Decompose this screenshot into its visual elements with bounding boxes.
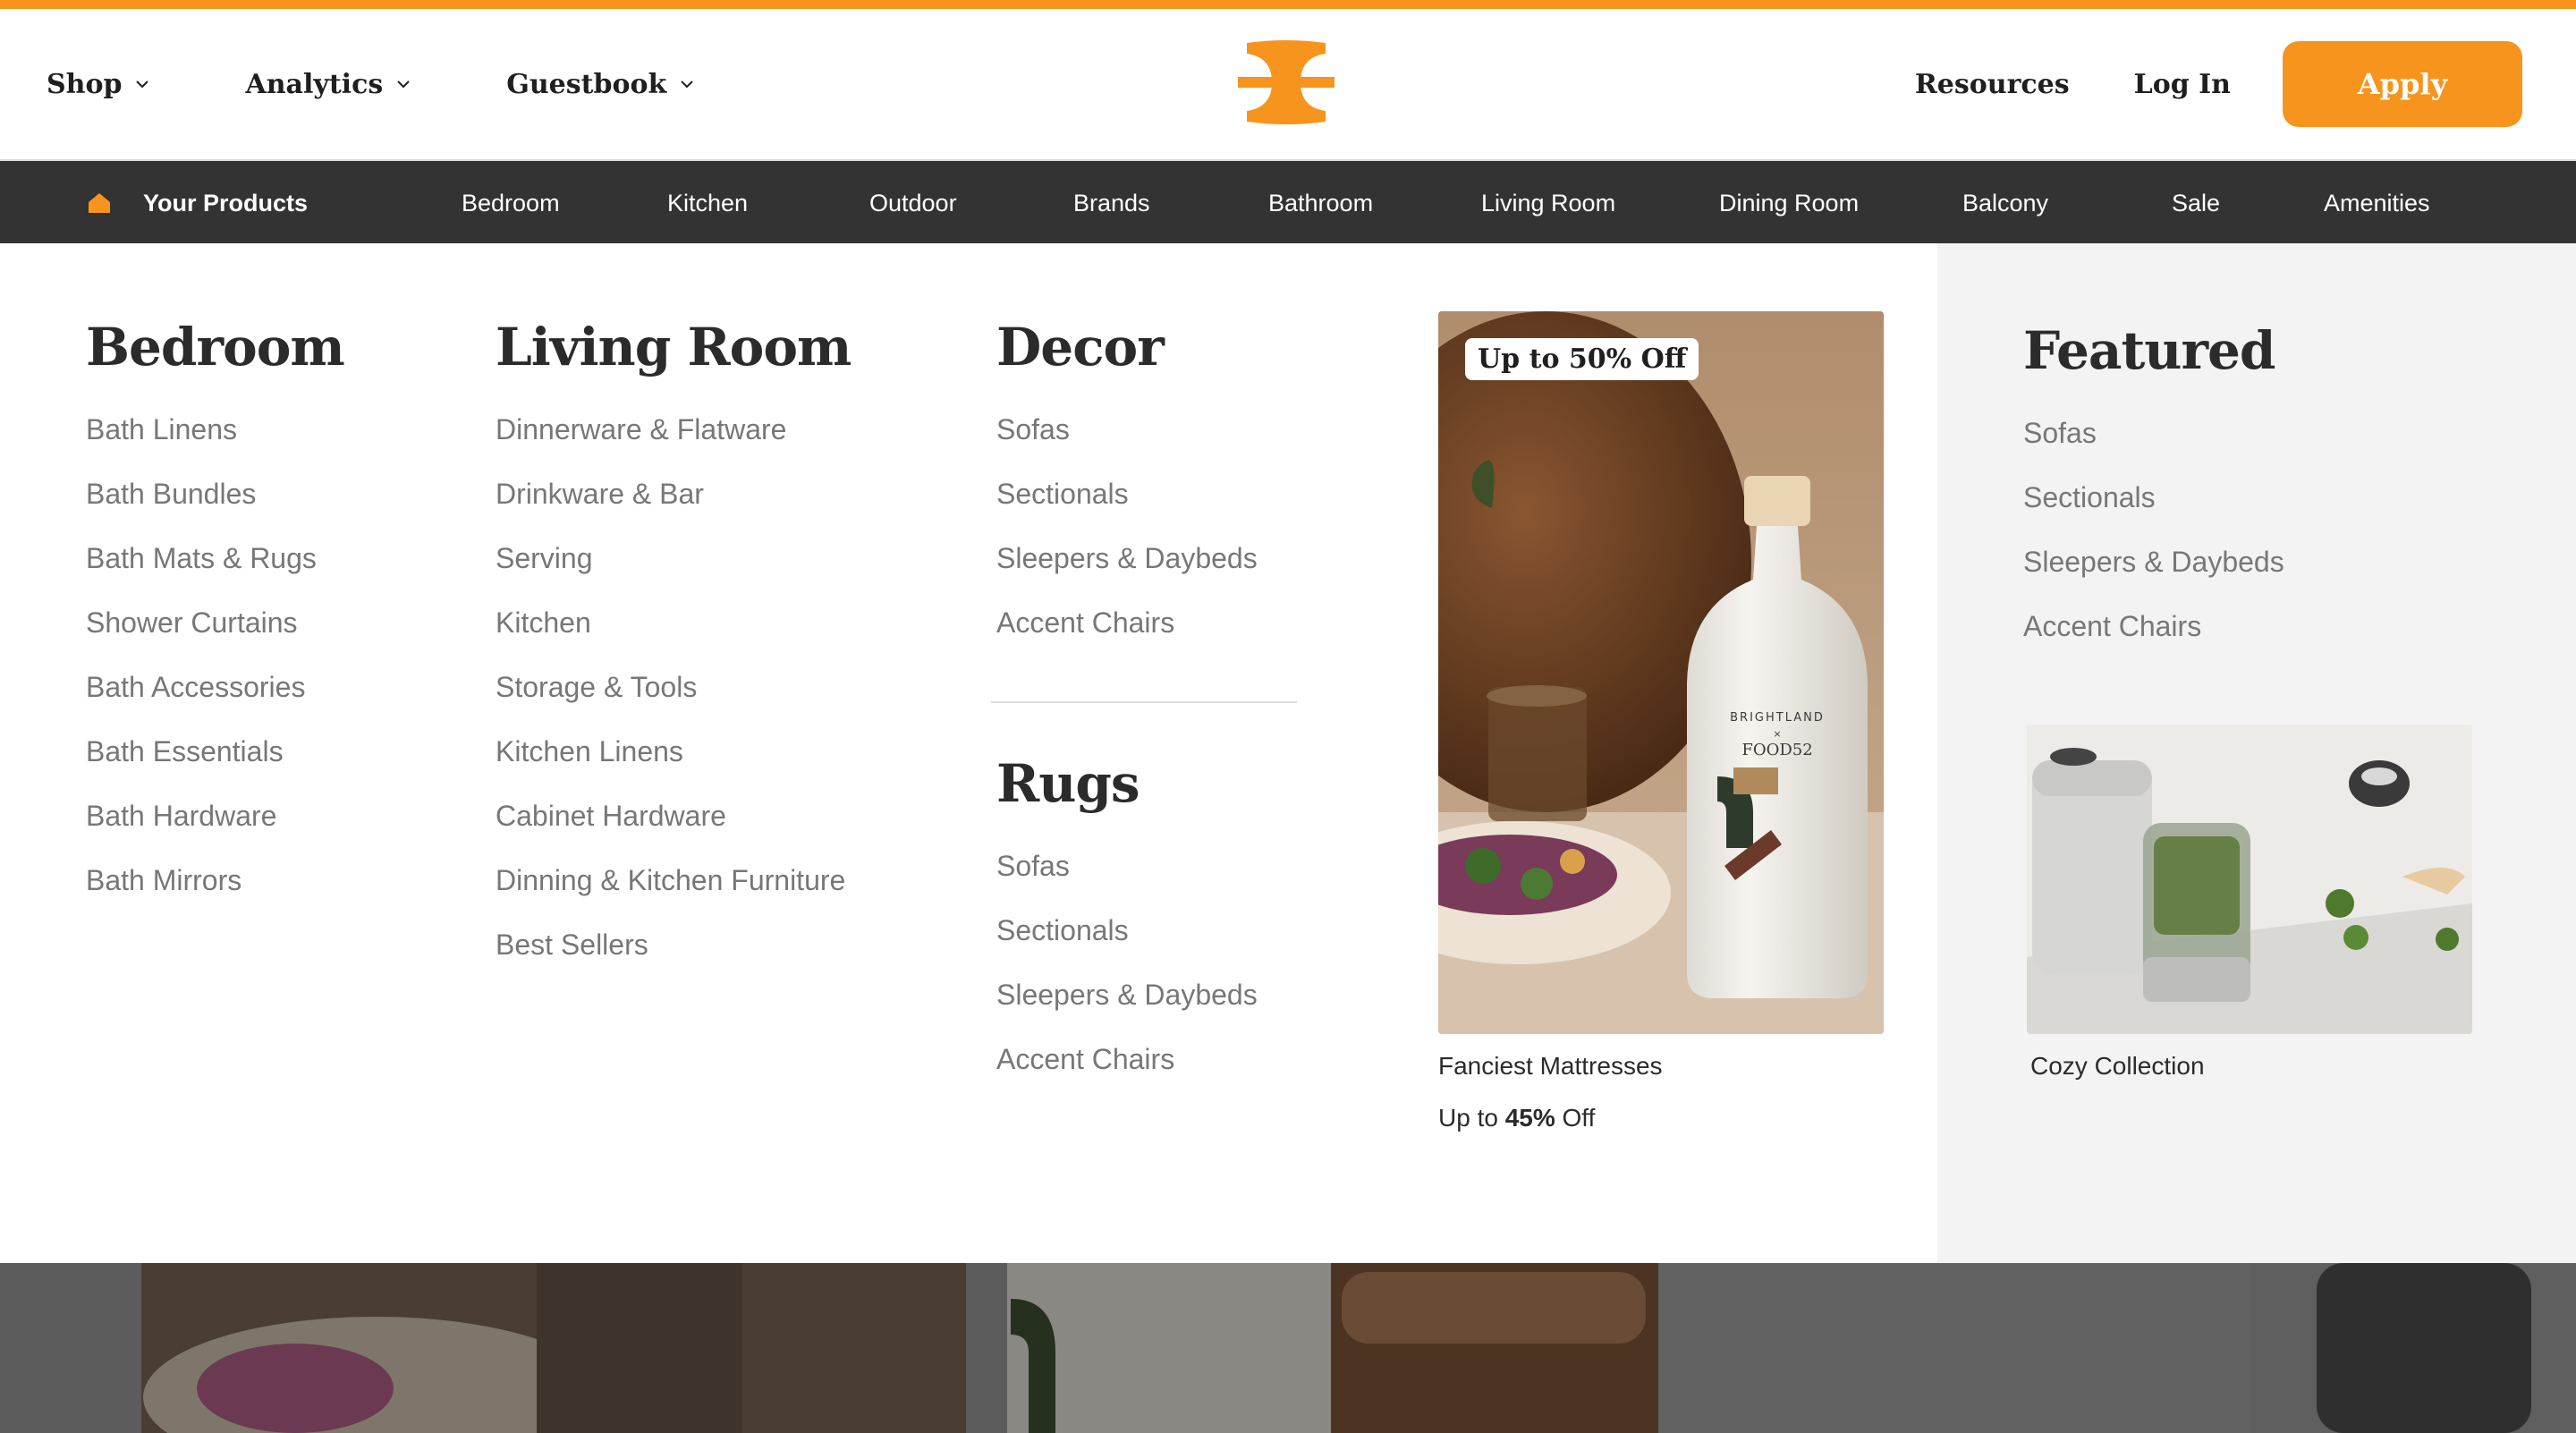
list-item[interactable]: Sofas: [996, 411, 1258, 476]
category-bar: Your Products Bedroom Kitchen Outdoor Br…: [0, 159, 2576, 243]
primary-nav: Shop Analytics Guestbook: [47, 9, 790, 159]
featured-illustration: [2027, 725, 2472, 1034]
cat-amenities[interactable]: Amenities: [2324, 161, 2430, 245]
site-header: Shop Analytics Guestbook Resources Log I…: [0, 9, 2576, 159]
bedroom-column: Bedroom Bath Linens Bath Bundles Bath Ma…: [86, 317, 345, 927]
rugs-heading: Rugs: [996, 753, 1140, 814]
your-products-label: Your Products: [143, 189, 309, 216]
home-icon: [89, 193, 110, 213]
list-item[interactable]: Sleepers & Daybeds: [2023, 544, 2284, 608]
promo-caption[interactable]: Fanciest Mattresses: [1438, 1052, 1663, 1081]
list-item[interactable]: Accent Chairs: [2023, 608, 2284, 673]
your-products-link[interactable]: Your Products: [86, 161, 308, 245]
cat-outdoor[interactable]: Outdoor: [869, 161, 957, 245]
resources-link[interactable]: Resources: [1915, 69, 2070, 100]
promo-sub-value: 45%: [1504, 1104, 1555, 1132]
chevron-down-icon: [397, 81, 410, 89]
promo-sub-suffix: Off: [1555, 1104, 1596, 1132]
decor-heading: Decor: [996, 317, 1165, 377]
list-item[interactable]: Bath Hardware: [86, 798, 344, 862]
featured-heading: Featured: [2023, 320, 2275, 381]
apply-button[interactable]: Apply: [2283, 41, 2522, 127]
featured-caption[interactable]: Cozy Collection: [2030, 1052, 2205, 1081]
brand-logo-icon[interactable]: [1238, 38, 1335, 127]
bottle-brand-text: BRIGHTLAND: [1730, 711, 1825, 725]
cat-bathroom[interactable]: Bathroom: [1268, 161, 1373, 245]
cat-dining-room[interactable]: Dining Room: [1719, 161, 1859, 245]
list-item[interactable]: Sofas: [2023, 415, 2284, 479]
living-room-column: Living Room Dinnerware & Flatware Drinkw…: [496, 317, 852, 991]
cat-balcony[interactable]: Balcony: [1962, 161, 2048, 245]
nav-guestbook[interactable]: Guestbook: [506, 69, 695, 100]
mega-menu: Bedroom Bath Linens Bath Bundles Bath Ma…: [0, 243, 2576, 1263]
list-item[interactable]: Accent Chairs: [996, 1041, 1258, 1106]
list-item[interactable]: Sectionals: [2023, 479, 2284, 544]
decor-column: Decor Sofas Sectionals Sleepers & Daybed…: [996, 317, 1258, 669]
list-item[interactable]: Serving: [496, 540, 851, 605]
list-item[interactable]: Cabinet Hardware: [496, 798, 851, 862]
list-item[interactable]: Shower Curtains: [86, 605, 344, 669]
column-divider: [991, 701, 1297, 703]
background-imagery: [0, 1263, 2576, 1433]
list-item[interactable]: Dinning & Kitchen Furniture: [496, 862, 851, 927]
rugs-column: Rugs Sofas Sectionals Sleepers & Daybeds…: [996, 753, 1258, 1106]
bottle-x-text: ×: [1773, 728, 1781, 740]
featured-image[interactable]: [2027, 725, 2472, 1034]
bedroom-heading: Bedroom: [86, 317, 345, 377]
cat-bedroom[interactable]: Bedroom: [462, 161, 560, 245]
bottle-collab-text: FOOD52: [1741, 741, 1812, 759]
cat-brands[interactable]: Brands: [1073, 161, 1150, 245]
nav-analytics-label: Analytics: [245, 68, 384, 100]
list-item[interactable]: Bath Bundles: [86, 476, 344, 540]
list-item[interactable]: Storage & Tools: [496, 669, 851, 733]
top-accent-bar: [0, 0, 2576, 9]
chevron-down-icon: [136, 81, 149, 89]
list-item[interactable]: Sectionals: [996, 476, 1258, 540]
featured-column: Featured Sofas Sectionals Sleepers & Day…: [2023, 320, 2284, 673]
list-item[interactable]: Accent Chairs: [996, 605, 1258, 669]
promo-sub-prefix: Up to: [1438, 1104, 1505, 1132]
list-item[interactable]: Kitchen: [496, 605, 851, 669]
bedroom-list: Bath Linens Bath Bundles Bath Mats & Rug…: [86, 411, 344, 927]
cat-sale[interactable]: Sale: [2172, 161, 2220, 245]
nav-shop-label: Shop: [47, 68, 123, 100]
promo-illustration: BRIGHTLAND × FOOD52: [1438, 311, 1884, 1034]
list-item[interactable]: Bath Mirrors: [86, 862, 344, 927]
promo-subtitle: Up to 45% Off: [1438, 1104, 1595, 1132]
nav-shop[interactable]: Shop: [47, 69, 150, 100]
login-link[interactable]: Log In: [2134, 69, 2231, 100]
living-room-list: Dinnerware & Flatware Drinkware & Bar Se…: [496, 411, 851, 991]
list-item[interactable]: Bath Accessories: [86, 669, 344, 733]
living-room-heading: Living Room: [496, 317, 852, 377]
cat-kitchen[interactable]: Kitchen: [667, 161, 748, 245]
list-item[interactable]: Sectionals: [996, 912, 1258, 977]
list-item[interactable]: Best Sellers: [496, 927, 851, 991]
chevron-down-icon: [681, 81, 694, 89]
list-item[interactable]: Sofas: [996, 848, 1258, 912]
page-background-dimmed: [0, 1263, 2576, 1433]
list-item[interactable]: Sleepers & Daybeds: [996, 540, 1258, 605]
list-item[interactable]: Drinkware & Bar: [496, 476, 851, 540]
secondary-nav: Resources Log In Apply: [1915, 9, 2522, 159]
decor-list: Sofas Sectionals Sleepers & Daybeds Acce…: [996, 411, 1258, 669]
list-item[interactable]: Bath Mats & Rugs: [86, 540, 344, 605]
cat-living-room[interactable]: Living Room: [1481, 161, 1615, 245]
promo-image[interactable]: BRIGHTLAND × FOOD52 Up to 50% Off: [1438, 311, 1884, 1034]
list-item[interactable]: Bath Essentials: [86, 733, 344, 798]
list-item[interactable]: Kitchen Linens: [496, 733, 851, 798]
list-item[interactable]: Dinnerware & Flatware: [496, 411, 851, 476]
nav-analytics[interactable]: Analytics: [245, 69, 411, 100]
promo-badge: Up to 50% Off: [1465, 338, 1699, 380]
list-item[interactable]: Bath Linens: [86, 411, 344, 476]
featured-list: Sofas Sectionals Sleepers & Daybeds Acce…: [2023, 415, 2284, 673]
list-item[interactable]: Sleepers & Daybeds: [996, 977, 1258, 1041]
nav-guestbook-label: Guestbook: [506, 68, 667, 100]
rugs-list: Sofas Sectionals Sleepers & Daybeds Acce…: [996, 848, 1258, 1106]
